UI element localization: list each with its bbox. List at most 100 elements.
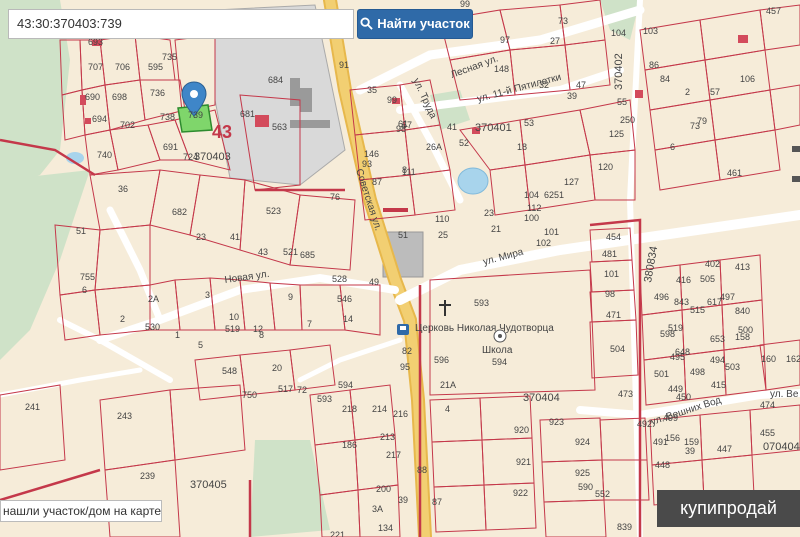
parcel-number: 99: [460, 0, 470, 9]
parcel-number: 10: [229, 312, 239, 322]
parcel-number: 39: [685, 446, 695, 456]
parcel-number: 735: [162, 52, 177, 62]
find-parcel-button[interactable]: Найти участок: [357, 9, 473, 39]
parcel-number: 23: [484, 208, 494, 218]
parcel-number: 18: [517, 142, 527, 152]
parcel-number: 47: [576, 80, 586, 90]
parcel-number: 86: [649, 60, 659, 70]
help-link[interactable]: нашли участок/дом на карте?: [0, 500, 162, 522]
parcel-number: 87: [372, 177, 382, 187]
place-label: Школа: [482, 345, 513, 356]
parcel-number: 51: [76, 226, 86, 236]
parcel-number: 593: [317, 394, 332, 404]
street-label: Лесная ул.: [449, 53, 500, 80]
parcel-number: 57: [710, 87, 720, 97]
parcel-number: 9: [288, 292, 293, 302]
parcel-number: 125: [609, 129, 624, 139]
parcel-number: 101: [544, 227, 559, 237]
parcel-number: 160: [761, 354, 776, 364]
parcel-number: 36: [118, 184, 128, 194]
parcel-number: 101: [604, 269, 619, 279]
parcel-number: 1: [175, 330, 180, 340]
parcel-number: 3А: [372, 504, 383, 514]
parcel-number: 495: [670, 352, 685, 362]
parcel-number: 73: [558, 16, 568, 26]
parcel-number: 213: [380, 432, 395, 442]
parcel-number: 738: [160, 112, 175, 122]
parcel-number: 156: [665, 433, 680, 443]
parcel-number: 6: [82, 285, 87, 295]
parcel-number: 23: [196, 232, 206, 242]
parcel-number: 148: [494, 64, 509, 74]
cadastral-map[interactable]: 4337040337040137040237040437040507040438…: [0, 0, 800, 537]
parcel-number: 681: [240, 109, 255, 119]
parcel-number: 5: [198, 340, 203, 350]
parcel-number: 839: [617, 522, 632, 532]
parcel-number: 521: [283, 247, 298, 257]
parcel-number: 8: [259, 330, 264, 340]
parcel-number: 481: [602, 249, 617, 259]
parcel-number: 134: [378, 523, 393, 533]
parcel-number: 162: [786, 354, 800, 364]
parcel-number: 925: [575, 468, 590, 478]
parcel-number: 250: [620, 115, 635, 125]
parcel-number: 448: [655, 460, 670, 470]
quarter-number: 380834: [642, 245, 660, 283]
street-label: ул. Ве: [770, 389, 799, 400]
parcel-number: 72: [297, 385, 307, 395]
parcel-number: 26А: [426, 142, 442, 152]
parcel-number: 471: [606, 310, 621, 320]
parcel-number: 494: [710, 355, 725, 365]
parcel-number: 530: [145, 322, 160, 332]
parcel-number: 594: [492, 357, 507, 367]
bus-stop-icon: [397, 324, 409, 335]
parcel-number: 41: [447, 122, 457, 132]
parcel-number: 158: [735, 332, 750, 342]
parcel-number: 546: [337, 294, 352, 304]
parcel-number: 55: [617, 97, 627, 107]
parcel-number: 6251: [544, 190, 564, 200]
cadastral-number-input[interactable]: 43:30:370403:739: [8, 9, 354, 39]
parcel-number: 21: [491, 224, 501, 234]
parcel-number: 416: [676, 275, 691, 285]
parcel-number: 93: [362, 159, 372, 169]
parcel-number: 127: [564, 177, 579, 187]
parcel-number: 501: [654, 369, 669, 379]
parcel-number: 103: [643, 26, 658, 36]
parcel-number: 563: [272, 122, 287, 132]
parcel-number: 3: [205, 290, 210, 300]
place-label: Церковь Николая Чудотворца: [415, 323, 554, 334]
parcel-number: 76: [330, 192, 340, 202]
parcel-number: 843: [674, 297, 689, 307]
parcel-number: 498: [690, 367, 705, 377]
parcel-number: 682: [172, 207, 187, 217]
parcel-number: 95: [400, 362, 410, 372]
cross-icon: [439, 300, 451, 316]
quarter-number: 370403: [194, 151, 231, 163]
parcel-number: 51: [398, 230, 408, 240]
quarter-number: 370405: [190, 479, 227, 491]
parcel-number: 52: [459, 138, 469, 148]
parcel-number: 27: [550, 36, 560, 46]
parcel-number: 415: [711, 380, 726, 390]
parcel-number: 724: [183, 152, 198, 162]
parcel-number: 595: [148, 62, 163, 72]
parcel-number: 39: [398, 495, 408, 505]
map-control[interactable]: [792, 146, 800, 152]
parcel-number: 922: [513, 488, 528, 498]
parcel-number: 221: [330, 530, 345, 537]
parcel-number: 499: [663, 413, 678, 423]
map-control[interactable]: [792, 176, 800, 182]
parcel-number: 755: [80, 272, 95, 282]
parcel-number: 596: [434, 355, 449, 365]
parcel-number: 2А: [148, 294, 159, 304]
parcel-number: 14: [343, 314, 353, 324]
parcel-number: 685: [300, 250, 315, 260]
parcel-number: 474: [760, 400, 775, 410]
parcel-number: 473: [618, 389, 633, 399]
parcel-number: 106: [740, 74, 755, 84]
parcel-number: 217: [386, 450, 401, 460]
parcel-number: 49: [369, 277, 379, 287]
parcel-number: 39: [567, 91, 577, 101]
parcel-number: 707: [88, 62, 103, 72]
